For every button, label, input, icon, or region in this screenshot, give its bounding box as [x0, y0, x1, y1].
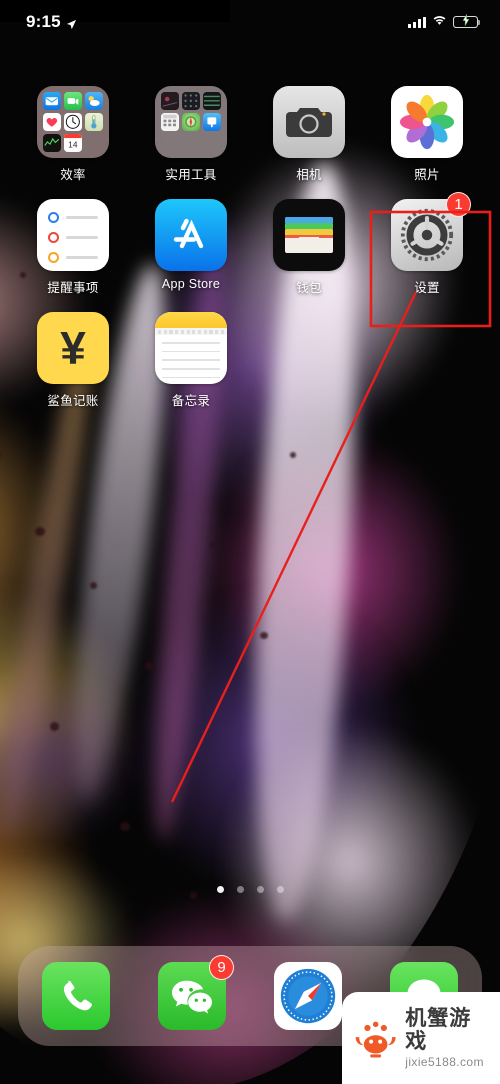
svg-text:14: 14: [68, 140, 78, 150]
thermometer-icon: [85, 113, 103, 131]
folder-empty-slot: [203, 134, 221, 152]
app-reminders[interactable]: 提醒事项: [14, 199, 132, 296]
app-grid: 14 效率 实用工具 相机 照片 提醒事项 App Store 钱包 1 设置 …: [0, 86, 500, 425]
app-camera-icon[interactable]: [273, 86, 345, 158]
app-row-2: 提醒事项 App Store 钱包 1 设置: [14, 192, 486, 312]
dark-grid-icon: [182, 92, 200, 110]
app-label: 照片: [414, 168, 440, 182]
status-bar: 9:15: [0, 0, 500, 44]
folder-empty-slot: [85, 134, 103, 152]
watermark-url: jixie5188.com: [405, 1055, 484, 1069]
safari-compass-icon[interactable]: [274, 962, 342, 1030]
dark-app-icon: [161, 92, 179, 110]
app-photos-icon[interactable]: [391, 86, 463, 158]
page-dot-1[interactable]: [216, 886, 224, 893]
watermark-title: 机蟹游戏: [405, 1006, 472, 1053]
app-shark-accounting[interactable]: ¥ 鲨鱼记账: [14, 312, 132, 409]
app-row-3: ¥ 鲨鱼记账 备忘录: [14, 312, 486, 425]
app-photos[interactable]: 照片: [368, 86, 486, 183]
app-label: App Store: [161, 277, 221, 291]
page-indicator[interactable]: [0, 886, 500, 893]
stocks-icon: [43, 134, 61, 152]
app-label: 设置: [414, 281, 440, 295]
folder-empty-slot: [182, 134, 200, 152]
app-label: 相机: [296, 168, 322, 182]
app-label: 钱包: [296, 281, 322, 295]
app-appstore[interactable]: App Store: [132, 199, 250, 296]
app-camera[interactable]: 相机: [250, 86, 368, 183]
folder-efficiency[interactable]: 14 效率: [14, 86, 132, 183]
compass-icon: [182, 113, 200, 131]
iphone-home-screen: 9:15 14 效率 实用工具 相机 照片 提醒事项 App Store 钱包 …: [0, 0, 500, 1084]
page-dot-3[interactable]: [256, 886, 264, 893]
app-notes-icon[interactable]: [155, 312, 227, 384]
yuan-glyph: ¥: [37, 312, 109, 384]
clock-icon: [64, 113, 82, 131]
app-notes[interactable]: 备忘录: [132, 312, 250, 409]
app-appstore-icon[interactable]: [155, 199, 227, 271]
app-shark-accounting-icon[interactable]: ¥: [37, 312, 109, 384]
page-dot-2[interactable]: [236, 886, 244, 893]
dock-wechat[interactable]: 9: [158, 955, 234, 1030]
app-label: 备忘录: [171, 394, 211, 408]
health-icon: [43, 113, 61, 131]
folder-utilities[interactable]: 实用工具: [132, 86, 250, 183]
battery-charging-icon: [453, 13, 481, 28]
crab-logo-icon: [355, 1021, 396, 1058]
tips-icon: [203, 113, 221, 131]
folder-efficiency-icon[interactable]: 14: [37, 86, 109, 158]
folder-utilities-icon[interactable]: [155, 86, 227, 158]
wechat-badge: 9: [209, 955, 234, 980]
wifi-icon: [432, 13, 447, 31]
app-row-1: 14 效率 实用工具 相机 照片: [14, 86, 486, 199]
app-label: 提醒事项: [47, 281, 99, 295]
dock-safari[interactable]: [274, 962, 342, 1030]
location-arrow-icon: [66, 17, 77, 29]
app-label: 效率: [60, 168, 86, 182]
app-empty-slot: [250, 312, 368, 409]
facetime-icon: [64, 92, 82, 110]
app-settings[interactable]: 1 设置: [368, 192, 486, 296]
dock-phone[interactable]: [42, 962, 110, 1030]
calculator-icon: [161, 113, 179, 131]
status-time: 9:15: [26, 12, 61, 31]
watermark: 机蟹游戏 jixie5188.com: [342, 992, 500, 1084]
app-reminders-icon[interactable]: [37, 199, 109, 271]
page-dot-4[interactable]: [276, 886, 284, 893]
mail-icon: [43, 92, 61, 110]
app-empty-slot: [368, 312, 486, 409]
cellular-bars-icon: [408, 16, 426, 28]
folder-empty-slot: [161, 134, 179, 152]
app-label: 鲨鱼记账: [47, 394, 99, 408]
app-wallet-icon[interactable]: [273, 199, 345, 271]
weather-icon: [85, 92, 103, 110]
app-wallet[interactable]: 钱包: [250, 199, 368, 296]
calendar-icon-14: 14: [64, 134, 82, 152]
dark-lines-icon: [203, 92, 221, 110]
settings-badge: 1: [446, 192, 471, 217]
phone-icon[interactable]: [42, 962, 110, 1030]
app-label: 实用工具: [165, 168, 217, 182]
